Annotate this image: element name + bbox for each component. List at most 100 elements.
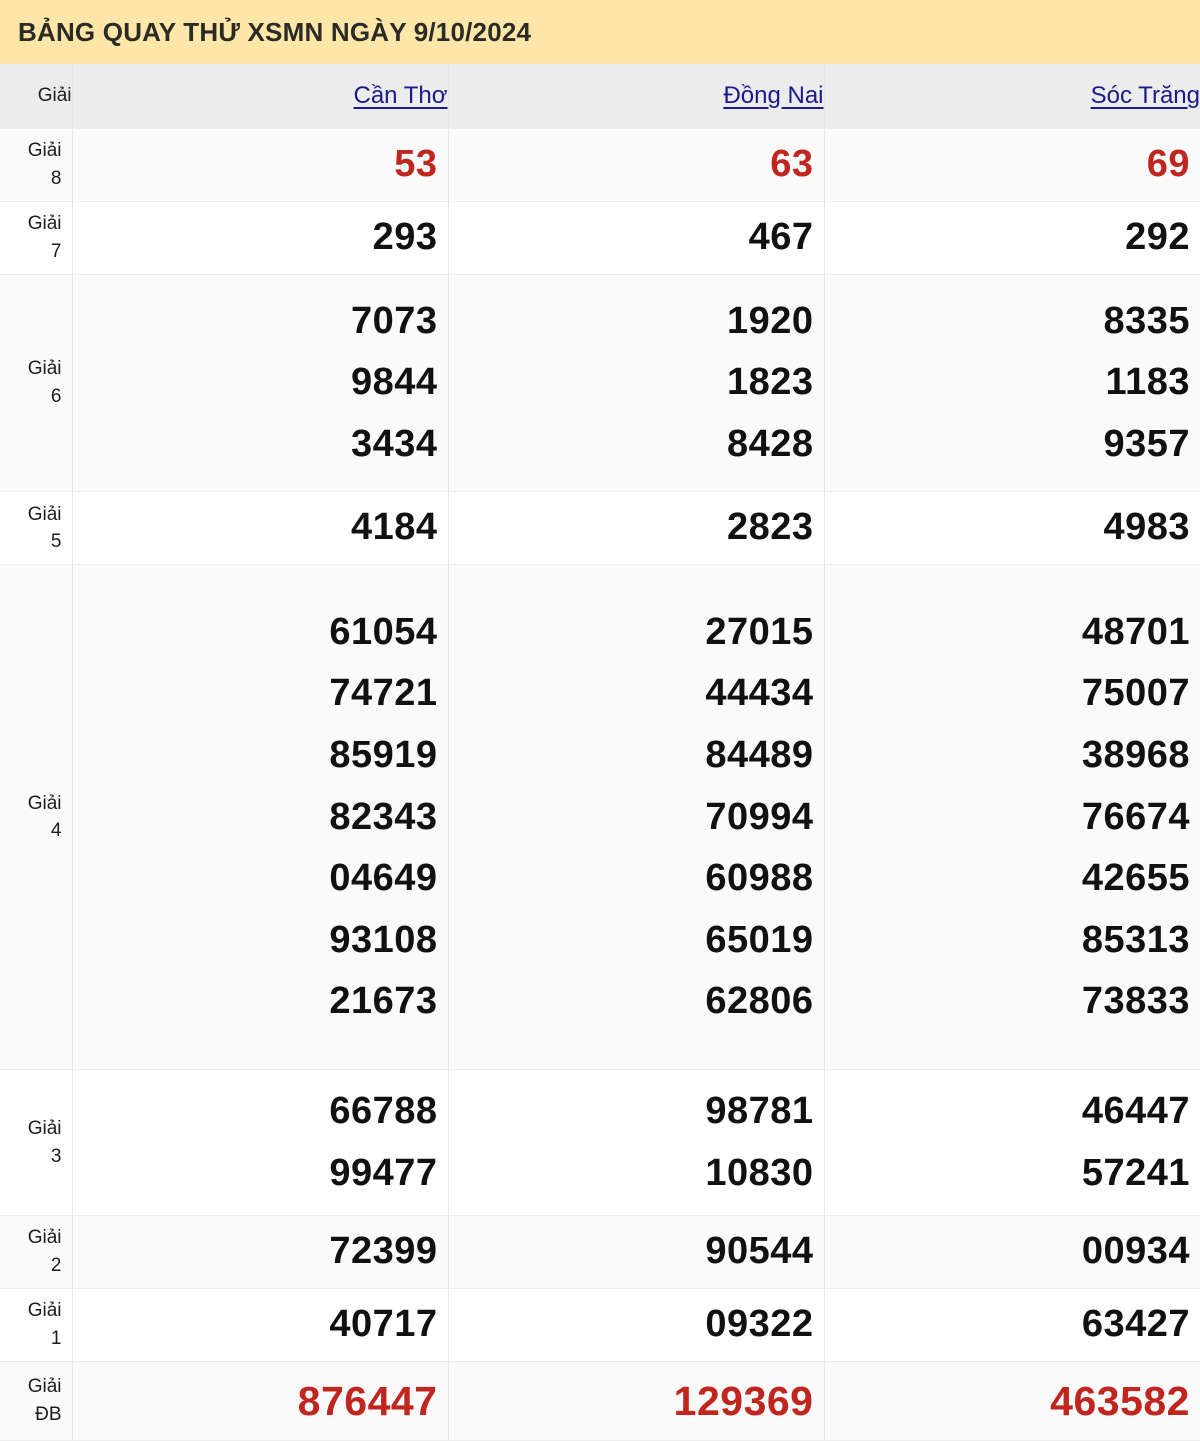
prize-label-word: Giải <box>27 1300 62 1322</box>
lottery-number: 73833 <box>1081 980 1190 1023</box>
prize-numbers-dong-nai-đb: 129369 <box>448 1361 825 1441</box>
prize-label-number: 7 <box>50 240 62 262</box>
lottery-number: 82343 <box>329 795 438 838</box>
prize-numbers-soc-trang-6: 8335 1183 9357 <box>824 274 1200 493</box>
lottery-number: 876447 <box>297 1377 438 1424</box>
prize-label-number: 2 <box>50 1254 62 1276</box>
lottery-number: 70994 <box>705 795 814 838</box>
lottery-number: 66788 <box>329 1090 438 1133</box>
lottery-number: 74721 <box>329 672 438 715</box>
lottery-number: 293 <box>372 215 438 258</box>
prize-numbers-can-tho-6: 7073 9844 3434 <box>72 274 449 493</box>
lottery-number: 76674 <box>1081 795 1190 838</box>
table-header: Giải Cần Thơ Đồng Nai Sóc Trăng <box>0 64 1200 129</box>
prize-label-3: Giải 3 <box>0 1069 73 1216</box>
lottery-number: 463582 <box>1050 1377 1190 1424</box>
table-row: Giải ĐB 876447 129369 463582 <box>0 1361 1200 1441</box>
prize-label-number: 5 <box>50 531 62 553</box>
prize-numbers-can-tho-7: 293 <box>72 201 449 275</box>
prize-label-7: Giải 7 <box>0 201 73 275</box>
page-title: BẢNG QUAY THỬ XSMN NGÀY 9/10/2024 <box>18 16 532 47</box>
lottery-number: 57241 <box>1081 1151 1190 1194</box>
prize-numbers-soc-trang-1: 63427 <box>824 1288 1200 1363</box>
lottery-number: 65019 <box>705 918 814 961</box>
lottery-results-page: BẢNG QUAY THỬ XSMN NGÀY 9/10/2024 Giải C… <box>0 0 1200 1441</box>
lottery-number: 1920 <box>726 299 814 342</box>
lottery-number: 46447 <box>1081 1090 1190 1133</box>
column-header-province-2: Sóc Trăng <box>824 64 1200 129</box>
lottery-number: 53 <box>394 142 438 185</box>
lottery-number: 72399 <box>329 1229 438 1272</box>
prize-label-word: Giải <box>27 358 62 380</box>
lottery-number: 292 <box>1125 215 1190 258</box>
lottery-number: 61054 <box>329 610 438 653</box>
lottery-number: 3434 <box>350 422 438 465</box>
province-link-soc-trang[interactable]: Sóc Trăng <box>1091 82 1200 109</box>
lottery-number: 129369 <box>673 1377 814 1424</box>
prize-label-number: ĐB <box>35 1404 62 1425</box>
lottery-number: 84489 <box>705 734 814 777</box>
province-link-can-tho[interactable]: Cần Thơ <box>353 82 447 109</box>
lottery-number: 60988 <box>705 857 814 900</box>
prize-label-number: 6 <box>50 385 62 407</box>
prize-label-word: Giải <box>27 1118 62 1140</box>
prize-numbers-dong-nai-7: 467 <box>448 201 825 275</box>
prize-numbers-can-tho-3: 66788 99477 <box>72 1069 449 1216</box>
column-header-province-1: Đồng Nai <box>448 64 825 129</box>
prize-label-word: Giải <box>27 503 62 525</box>
lottery-number: 00934 <box>1081 1229 1190 1272</box>
lottery-number: 04649 <box>329 857 438 900</box>
prize-numbers-soc-trang-5: 4983 <box>824 491 1200 566</box>
prize-numbers-soc-trang-4: 48701 75007 38968 76674 42655 85313 73833 <box>824 564 1200 1071</box>
lottery-number: 38968 <box>1081 734 1190 777</box>
prize-label-đb: Giải ĐB <box>0 1361 73 1441</box>
lottery-number: 4983 <box>1103 506 1190 549</box>
lottery-number: 1823 <box>726 361 814 404</box>
lottery-number: 98781 <box>705 1090 814 1133</box>
table-row: Giải 4 61054 74721 85919 82343 04649 93108 21673… <box>0 564 1200 1071</box>
lottery-number: 7073 <box>350 299 438 342</box>
prize-label-word: Giải <box>27 1376 62 1398</box>
prize-label-word: Giải <box>27 1227 62 1249</box>
lottery-number: 85313 <box>1081 918 1190 961</box>
prize-label-5: Giải 5 <box>0 491 73 566</box>
prize-numbers-soc-trang-đb: 463582 <box>824 1361 1200 1441</box>
lottery-number: 99477 <box>329 1151 438 1194</box>
prize-numbers-can-tho-2: 72399 <box>72 1215 449 1289</box>
lottery-number: 8428 <box>726 422 814 465</box>
table-row: Giải 7 293 467 292 <box>0 201 1200 275</box>
prize-label-6: Giải 6 <box>0 274 73 493</box>
prize-label-1: Giải 1 <box>0 1288 73 1363</box>
table-row: Giải 2 72399 90544 00934 <box>0 1215 1200 1289</box>
table-body: Giải 8 53 63 69 Giải 7 293 467 292 Giải 6 7073 9844 34… <box>0 128 1200 1441</box>
title-banner: BẢNG QUAY THỬ XSMN NGÀY 9/10/2024 <box>0 0 1200 64</box>
lottery-number: 467 <box>748 215 814 258</box>
prize-numbers-can-tho-8: 53 <box>72 128 449 202</box>
prize-label-word: Giải <box>27 792 62 814</box>
prize-label-word: Giải <box>27 140 62 162</box>
prize-label-number: 8 <box>50 167 62 189</box>
lottery-number: 21673 <box>329 980 438 1023</box>
province-link-dong-nai[interactable]: Đồng Nai <box>723 82 823 109</box>
table-row: Giải 1 40717 09322 63427 <box>0 1288 1200 1363</box>
lottery-number: 8335 <box>1103 299 1190 342</box>
lottery-number: 9844 <box>350 361 438 404</box>
prize-numbers-can-tho-đb: 876447 <box>72 1361 449 1441</box>
table-row: Giải 6 7073 9844 3434 1920 1823 8428 8335 1183 935… <box>0 274 1200 493</box>
header-row: Giải Cần Thơ Đồng Nai Sóc Trăng <box>0 64 1200 129</box>
lottery-number: 1183 <box>1105 361 1190 404</box>
prize-numbers-soc-trang-8: 69 <box>824 128 1200 202</box>
prize-numbers-dong-nai-2: 90544 <box>448 1215 825 1289</box>
lottery-number: 93108 <box>329 918 438 961</box>
prize-numbers-can-tho-5: 4184 <box>72 491 449 566</box>
lottery-number: 09322 <box>705 1303 814 1346</box>
prize-numbers-dong-nai-1: 09322 <box>448 1288 825 1363</box>
lottery-number: 85919 <box>329 734 438 777</box>
prize-label-8: Giải 8 <box>0 128 73 202</box>
prize-label-2: Giải 2 <box>0 1215 73 1289</box>
lottery-results-table: Giải Cần Thơ Đồng Nai Sóc Trăng Giải 8 53 6… <box>0 64 1200 1441</box>
column-header-province-0: Cần Thơ <box>72 64 449 129</box>
prize-numbers-dong-nai-4: 27015 44434 84489 70994 60988 65019 62806 <box>448 564 825 1071</box>
lottery-number: 44434 <box>705 672 814 715</box>
prize-label-word: Giải <box>27 213 62 235</box>
